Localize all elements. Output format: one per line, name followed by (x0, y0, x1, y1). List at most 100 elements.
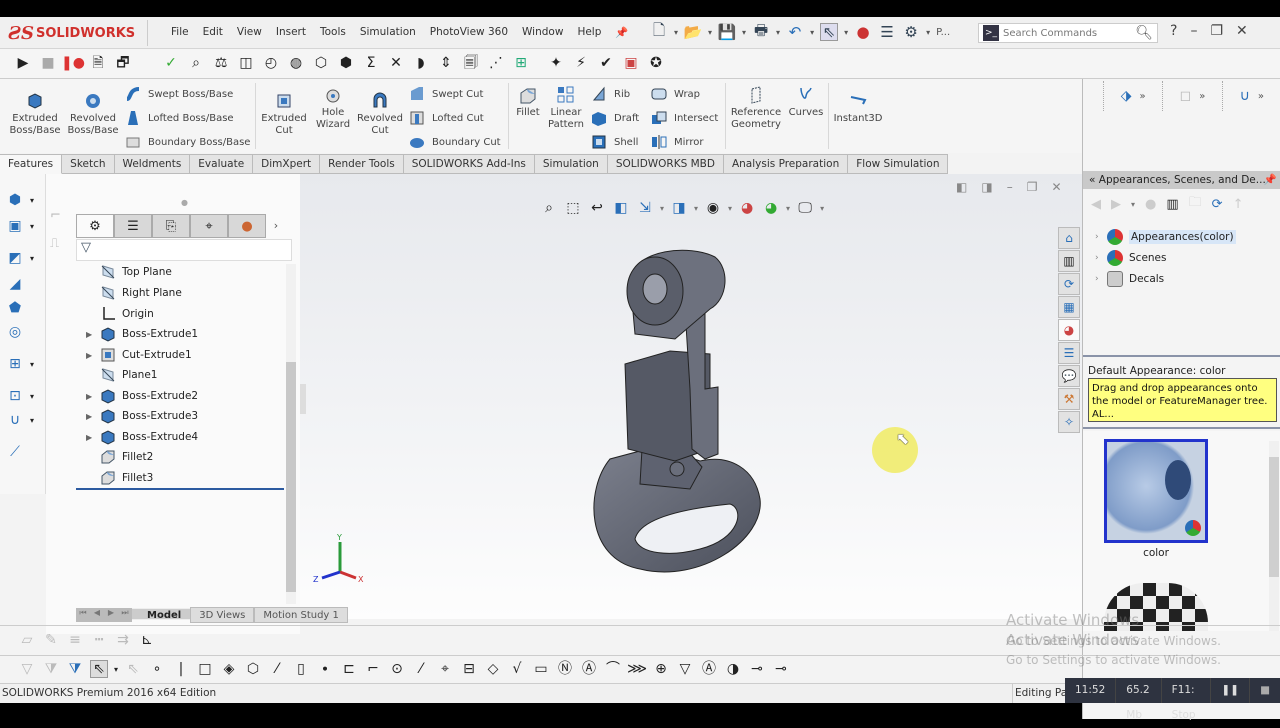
up-arrow-icon[interactable]: ↑ (1233, 197, 1244, 212)
viewport-restore-icon[interactable]: ❐ (1027, 180, 1038, 194)
tab-features[interactable]: Features (0, 154, 63, 174)
tree-item[interactable]: Plane1 (86, 366, 157, 384)
select-arrow-icon[interactable]: ⇖ (90, 660, 108, 678)
solidworks-logo[interactable]: ƧS SOLIDWORKS (8, 20, 148, 46)
tree-vertical-scrollbar[interactable] (286, 264, 296, 604)
refresh-icon[interactable]: ⟳ (1212, 197, 1223, 212)
search-icon[interactable]: 🔍︎ (1135, 25, 1153, 41)
tab-model[interactable]: Model (138, 607, 190, 623)
file-properties-icon[interactable]: ☰ (878, 23, 896, 41)
draft-analysis-icon[interactable]: ◗ (412, 54, 430, 72)
forum-tab[interactable]: 💬 (1058, 365, 1080, 387)
view-settings-icon[interactable]: 🖵 (796, 199, 814, 217)
tab-weldments[interactable]: Weldments (114, 154, 191, 174)
instant3d-button[interactable]: Instant3D (830, 91, 886, 125)
strip-instant3d[interactable]: ⟋ (6, 442, 40, 462)
chevron-down-icon[interactable]: ▾ (114, 665, 118, 674)
tree-filter[interactable]: ▽ (76, 239, 292, 261)
dynamic-annotation-icon[interactable]: ⇲ (636, 199, 654, 217)
simulation-tab[interactable]: ✧ (1058, 411, 1080, 433)
save-icon[interactable]: 💾 (718, 23, 737, 41)
flyout-group-3[interactable]: ∪» (1221, 81, 1280, 111)
tab-analysis-preparation[interactable]: Analysis Preparation (723, 154, 849, 174)
tree-item-appearances[interactable]: › Appearances(color) (1095, 229, 1236, 245)
last-tab-icon[interactable]: ⏭ (118, 608, 132, 622)
select-arrow-icon[interactable]: ⇖ (820, 23, 839, 41)
plastics-tab[interactable]: ⚒ (1058, 388, 1080, 410)
measure-icon[interactable]: ⌕ (187, 54, 205, 72)
thumbnail-scrollbar[interactable] (1269, 441, 1279, 631)
next-tab-icon[interactable]: ▶ (104, 608, 118, 622)
strip-cut[interactable]: ▣ ▾ (6, 216, 40, 236)
expand-arrow-icon[interactable]: › (1095, 232, 1107, 242)
filter-weld-symbols-icon[interactable]: Ⓐ (580, 660, 598, 678)
tab-mbd[interactable]: SOLIDWORKS MBD (607, 154, 724, 174)
undo-dropdown[interactable]: ▾ (810, 28, 814, 37)
curves-button[interactable]: Curves (786, 85, 826, 119)
costing-icon[interactable]: ✦ (547, 54, 565, 72)
strip-rib[interactable]: ◢ (6, 274, 40, 294)
revolved-cut-button[interactable]: Revolved Cut (356, 91, 404, 137)
tree-item-scenes[interactable]: › Scenes (1095, 250, 1166, 266)
record-macro-icon[interactable]: ❚● (61, 54, 85, 72)
search-commands-field[interactable]: >_ Search Commands 🔍︎ (978, 23, 1158, 43)
intersect-button[interactable]: Intersect (650, 109, 718, 127)
filter-icon[interactable]: ▽ (18, 660, 36, 678)
feature-manager-tab[interactable]: ⚙ (76, 214, 114, 238)
tab-sketch[interactable]: Sketch (62, 154, 115, 174)
edit-macro-icon[interactable]: 🗗 (114, 54, 132, 72)
fillet-button[interactable]: Fillet (512, 85, 544, 119)
check-icon[interactable]: ◴ (262, 54, 280, 72)
close-icon[interactable]: ✕ (1236, 23, 1248, 39)
tab-3d-views[interactable]: 3D Views (190, 607, 255, 623)
graphics-area[interactable]: ⌕ ⬚ ↩ ◧ ⇲ ▾ ◨ ▾ ◉ ▾ ◕ ◕ ▾ 🖵 ▾ ◧ ◨ – ❐ ✕ (300, 174, 1082, 619)
tile-right-icon[interactable]: ◨ (981, 180, 992, 194)
stop-recording-hotkey[interactable]: F11: Stop (1162, 678, 1212, 721)
open-folder-icon[interactable]: 📂 (684, 23, 703, 41)
pin-icon[interactable]: 📌 (608, 26, 635, 39)
filter-sketch-segments-icon[interactable]: ⊏ (340, 660, 358, 678)
draft-button[interactable]: Draft (590, 109, 639, 127)
thickness-analysis-icon[interactable]: ⬢ (337, 54, 355, 72)
line-thickness-icon[interactable]: ≡ (66, 631, 84, 649)
minimize-icon[interactable]: – (1190, 23, 1197, 39)
sensors-icon[interactable]: ✕ (387, 54, 405, 72)
rollback-bar[interactable] (76, 488, 284, 490)
configuration-manager-tab[interactable]: ⎘ (152, 214, 190, 238)
property-manager-tab[interactable]: ☰ (114, 214, 152, 238)
first-tab-icon[interactable]: ⏮ (76, 608, 90, 622)
eraser-icon[interactable]: ▱ (18, 631, 36, 649)
linear-pattern-button[interactable]: Linear Pattern (546, 85, 586, 131)
rib-button[interactable]: Rib (590, 85, 630, 103)
hide-show-items-icon[interactable]: ◉ (704, 199, 722, 217)
section-properties-icon[interactable]: ◫ (237, 54, 255, 72)
strip-hole[interactable]: ◎ (6, 322, 40, 342)
menu-help[interactable]: Help (570, 26, 608, 39)
3d-part-model[interactable] (580, 239, 780, 599)
tab-evaluate[interactable]: Evaluate (190, 154, 254, 174)
tree-item-decals[interactable]: › Decals (1095, 271, 1164, 287)
filter-axes-icon[interactable]: ⁄ (268, 660, 286, 678)
zoom-to-area-icon[interactable]: ⬚ (564, 199, 582, 217)
print-icon[interactable]: 🖶 (752, 21, 770, 41)
stop-macro-icon[interactable]: ■ (39, 54, 57, 72)
office-icon[interactable]: ▣ (622, 54, 640, 72)
import-diagnostics-icon[interactable]: ◍ (287, 54, 305, 72)
strip-fillet[interactable]: ◩ ▾ (6, 248, 40, 268)
tab-addins[interactable]: SOLIDWORKS Add-Ins (403, 154, 535, 174)
chevron-down-icon[interactable]: ▾ (728, 204, 732, 213)
chevron-down-icon[interactable]: ▾ (786, 204, 790, 213)
options-gear-icon[interactable]: ⚙ (902, 23, 920, 41)
filter-hatch-icon[interactable]: ⋙ (627, 660, 647, 678)
filter-routing-point-icon[interactable]: ⊸ (772, 660, 790, 678)
section-view-icon[interactable]: ◧ (612, 199, 630, 217)
mass-properties-icon[interactable]: ⚖ (212, 54, 230, 72)
panel-collapse-handle[interactable] (300, 384, 306, 414)
filter-surface-finish-icon[interactable]: √ (508, 660, 526, 678)
tab-motion-study[interactable]: Motion Study 1 (254, 607, 348, 623)
restore-icon[interactable]: ❐ (1210, 23, 1223, 39)
tile-left-icon[interactable]: ◧ (956, 180, 967, 194)
select-dropdown[interactable]: ▾ (844, 28, 848, 37)
filter-planes-icon[interactable]: ▯ (292, 660, 310, 678)
print-dropdown[interactable]: ▾ (776, 28, 780, 37)
